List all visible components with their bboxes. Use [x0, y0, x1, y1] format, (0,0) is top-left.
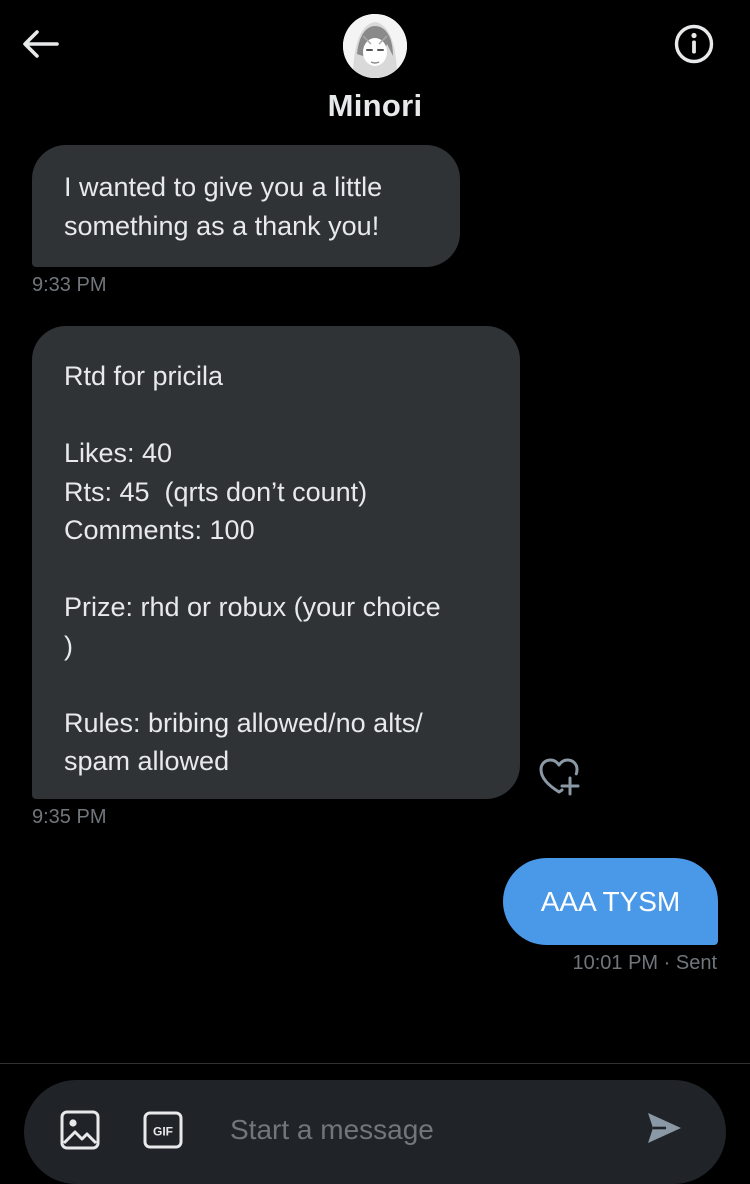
conversation-header: Minori	[0, 0, 750, 140]
add-reaction-button[interactable]	[538, 756, 584, 796]
avatar-image	[343, 14, 407, 78]
composer-divider	[0, 1063, 750, 1064]
message-timestamp: 10:01 PM	[572, 952, 659, 974]
contact-avatar[interactable]	[343, 14, 407, 78]
message-timestamp: 9:35 PM	[32, 806, 107, 828]
send-button[interactable]	[644, 1110, 688, 1150]
arrow-left-icon	[23, 30, 59, 58]
contact-name[interactable]: Minori	[0, 88, 750, 124]
image-icon	[60, 1110, 100, 1150]
info-icon	[674, 24, 714, 64]
sent-message-text: AAA TYSM	[540, 885, 681, 917]
message-bubble-received[interactable]: Rtd for pricila Likes: 40 Rts: 45 (qrts …	[32, 326, 520, 799]
delivery-status: · Sent	[663, 952, 717, 974]
message-input[interactable]	[214, 1102, 614, 1158]
send-icon	[648, 1113, 681, 1143]
back-button[interactable]	[18, 24, 62, 64]
add-gif-button[interactable]: GIF	[143, 1111, 183, 1149]
message-bubble-received[interactable]: I wanted to give you a little something …	[32, 145, 460, 267]
heart-plus-icon	[539, 758, 580, 796]
add-media-button[interactable]	[60, 1110, 100, 1150]
message-timestamp: 9:33 PM	[32, 274, 107, 296]
message-composer: GIF	[24, 1080, 726, 1184]
conversation-info-button[interactable]	[672, 22, 716, 66]
sent-message-meta: 10:01 PM · Sent	[572, 952, 717, 975]
gif-label: GIF	[153, 1125, 173, 1139]
gif-icon: GIF	[143, 1111, 183, 1149]
message-bubble-sent[interactable]: AAA TYSM	[503, 858, 718, 945]
